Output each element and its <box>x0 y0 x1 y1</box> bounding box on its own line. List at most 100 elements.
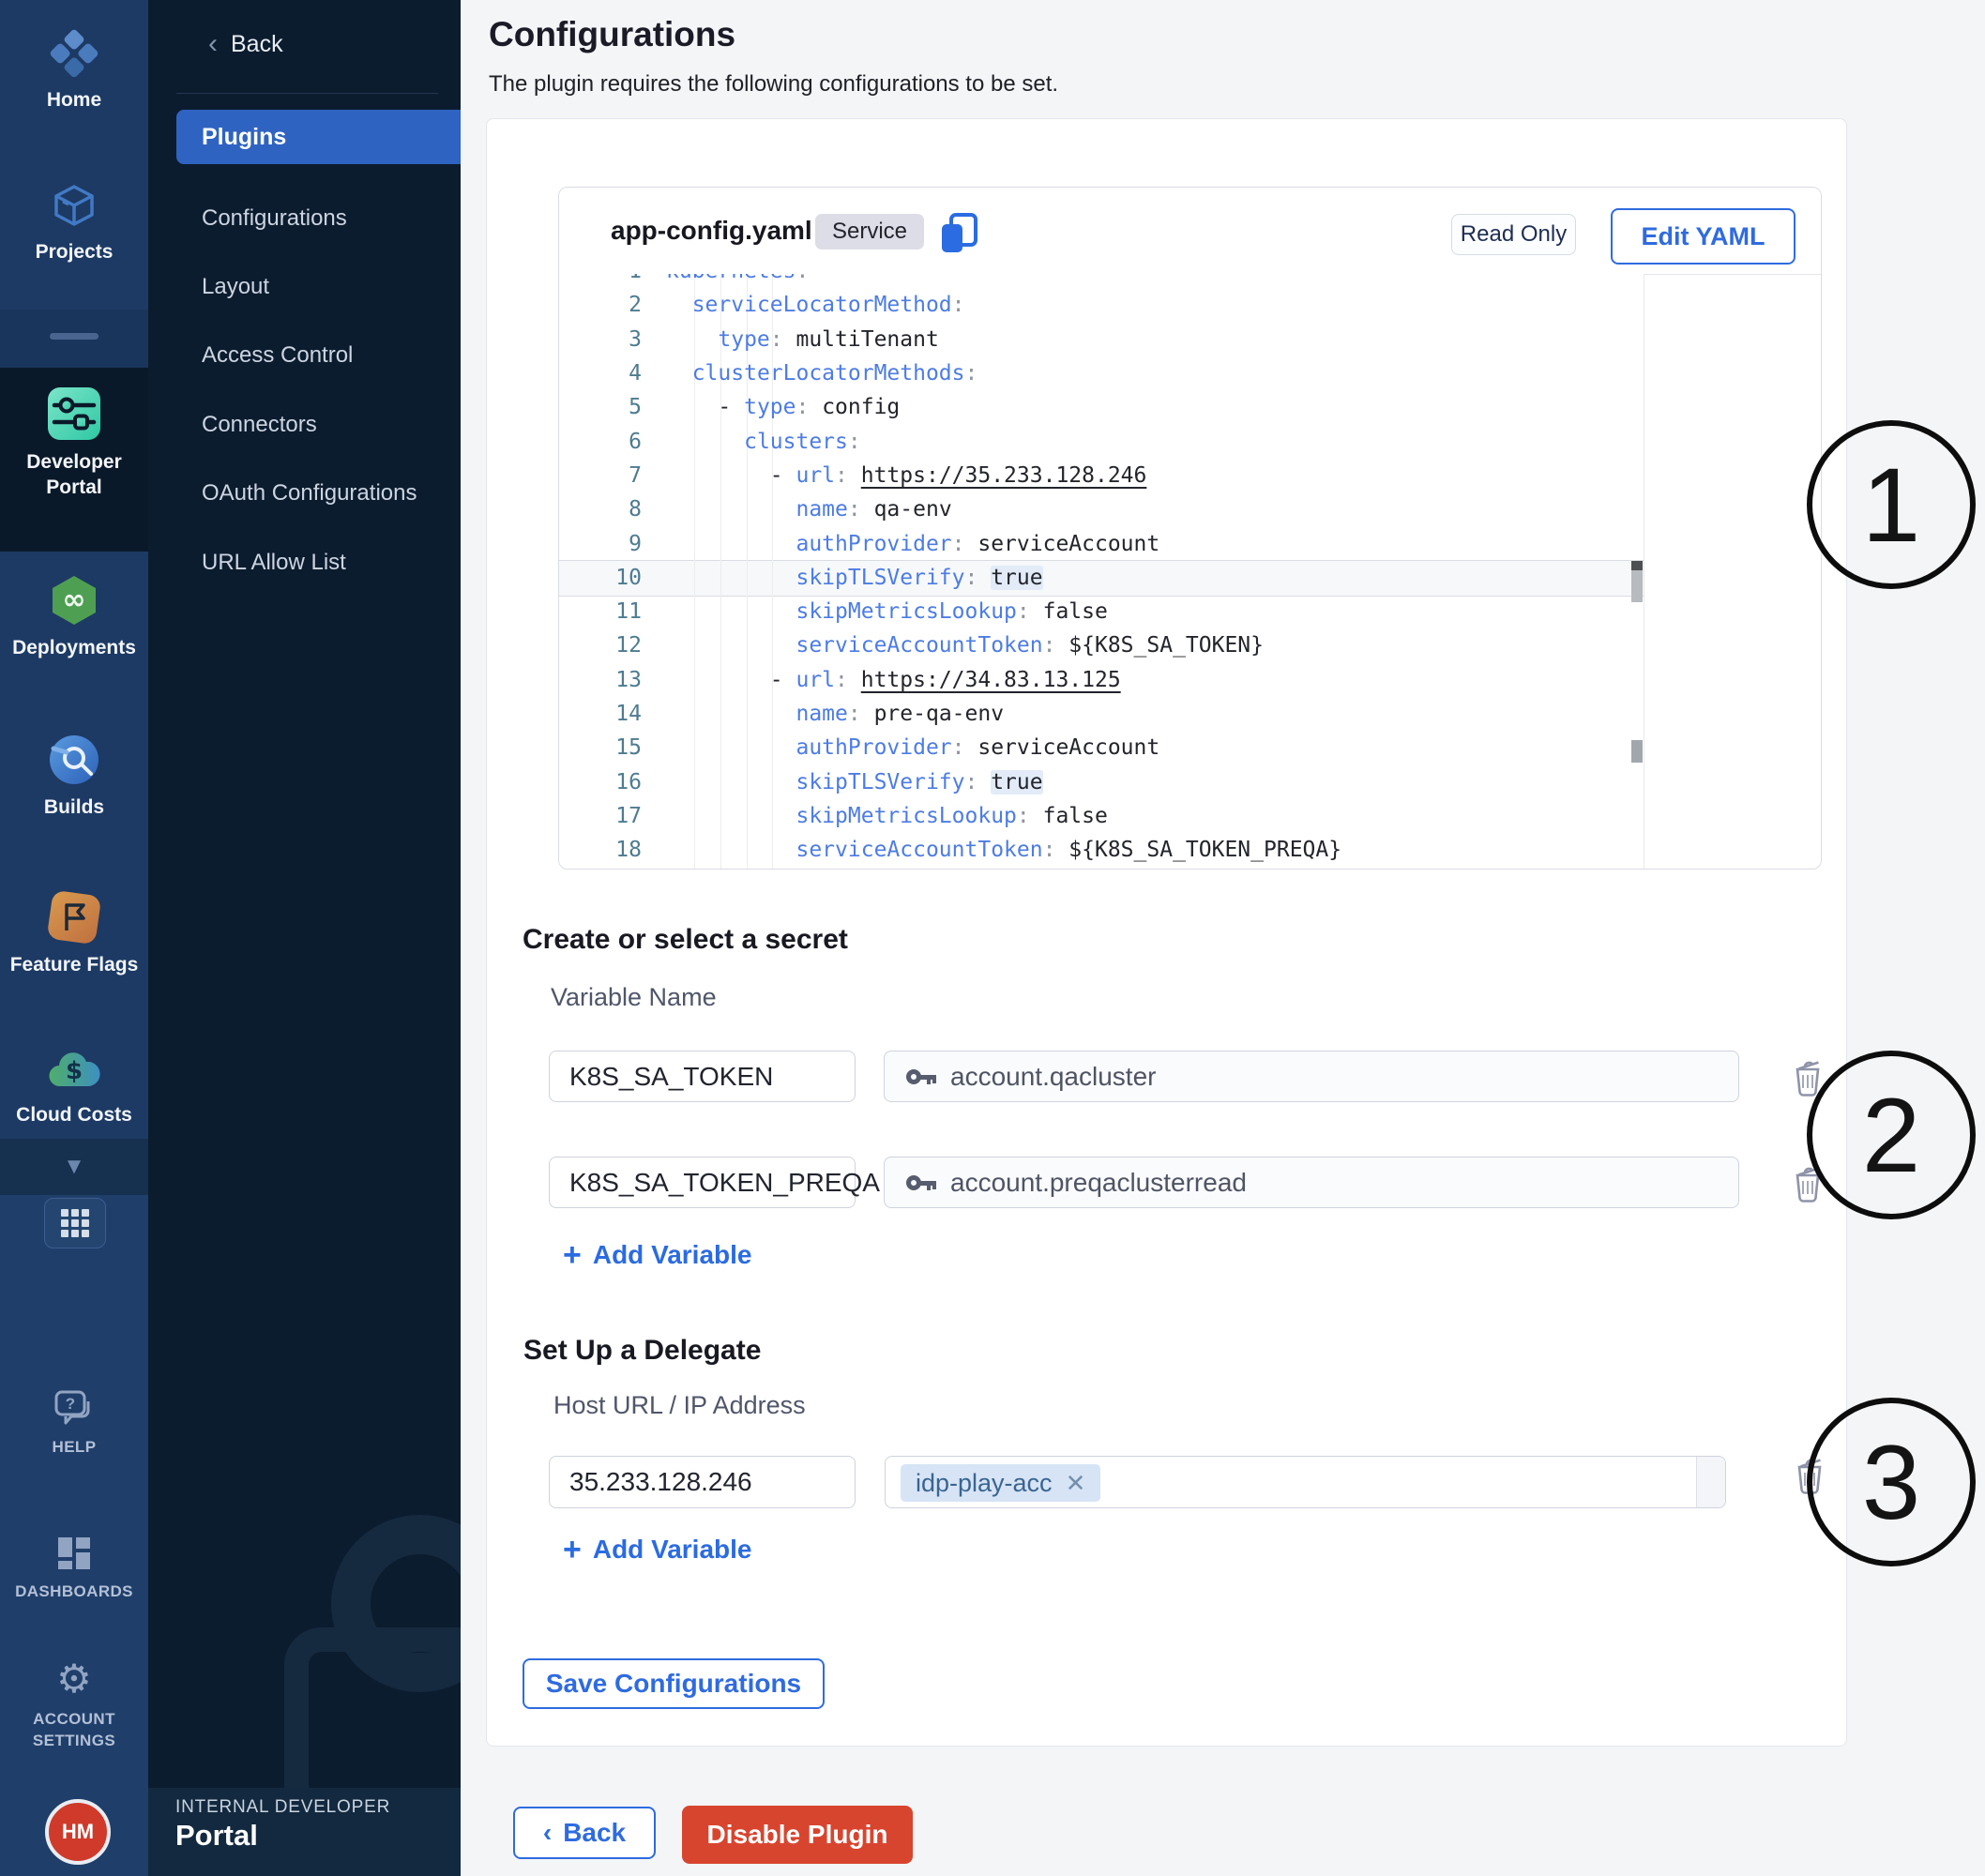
feature-flags-icon <box>48 891 100 944</box>
plus-icon: + <box>563 1241 582 1269</box>
sidebar-item-access-control[interactable]: Access Control <box>202 342 353 371</box>
secret-section-heading: Create or select a secret <box>523 924 848 956</box>
rail-item-home[interactable]: Home <box>0 28 148 113</box>
yaml-code-line: 4 clusterLocatorMethods: <box>559 356 1644 390</box>
line-number: 13 <box>559 668 666 692</box>
line-number: 14 <box>559 702 666 726</box>
avatar-initials: HM <box>62 1820 94 1844</box>
cloud-costs-icon: $ <box>47 1047 101 1094</box>
yaml-code-line: 15 authProvider: serviceAccount <box>559 731 1644 764</box>
delegate-tags-field[interactable]: idp-play-acc ✕ <box>885 1456 1726 1508</box>
tags-field-addon <box>1696 1457 1725 1507</box>
home-icon <box>49 28 99 79</box>
sidebar-item-plugins-active[interactable]: Plugins <box>176 110 461 164</box>
avatar[interactable]: HM <box>45 1799 111 1865</box>
rail-item-help[interactable]: ? HELP <box>0 1388 148 1458</box>
yaml-code-lines: 1kubernetes:2 serviceLocatorMethod:3 typ… <box>559 274 1644 867</box>
svg-text:?: ? <box>66 1395 75 1413</box>
module-grid-button[interactable] <box>44 1198 106 1248</box>
line-number: 2 <box>559 293 666 317</box>
help-chat-icon: ? <box>53 1388 96 1428</box>
sidebar-item-connectors[interactable]: Connectors <box>202 412 317 440</box>
rail-label-feature-flags: Feature Flags <box>10 952 139 977</box>
line-number: 6 <box>559 430 666 454</box>
svg-text:∞: ∞ <box>63 583 86 616</box>
sidebar-divider <box>176 93 438 94</box>
yaml-code-line: 1kubernetes: <box>559 274 1644 288</box>
rail-item-deployments[interactable]: ∞ Deployments <box>0 574 148 660</box>
yaml-code-line: 13 - url: https://34.83.13.125 <box>559 663 1644 697</box>
yaml-code-line: 3 type: multiTenant <box>559 323 1644 356</box>
save-configurations-button[interactable]: Save Configurations <box>523 1658 825 1709</box>
read-only-badge: Read Only <box>1451 214 1576 255</box>
host-url-label: Host URL / IP Address <box>553 1391 806 1420</box>
yaml-code-line: 12 serviceAccountToken: ${K8S_SA_TOKEN} <box>559 628 1644 662</box>
yaml-code-line: 14 name: pre-qa-env <box>559 697 1644 731</box>
chevron-left-icon: ‹ <box>543 1818 552 1848</box>
brand-strip: INTERNAL DEVELOPER Portal <box>148 1788 461 1876</box>
yaml-code-line: 8 name: qa-env <box>559 492 1644 526</box>
rail-item-dashboards[interactable]: DASHBOARDS <box>0 1535 148 1602</box>
key-icon <box>905 1171 937 1195</box>
yaml-code-line: 7 - url: https://35.233.128.246 <box>559 459 1644 492</box>
line-number: 12 <box>559 633 666 658</box>
sidebar-item-label: Plugins <box>176 124 286 151</box>
variable-name-input[interactable]: K8S_SA_TOKEN <box>549 1051 856 1102</box>
back-button-label: Back <box>563 1818 626 1848</box>
projects-icon <box>50 182 98 231</box>
rail-label-cloud-costs: Cloud Costs <box>16 1102 132 1127</box>
rail-item-builds[interactable]: Builds <box>0 734 148 820</box>
yaml-code-line: 10 skipTLSVerify: true <box>559 561 1644 595</box>
line-number: 16 <box>559 770 666 794</box>
delegate-section-heading: Set Up a Delegate <box>523 1335 761 1367</box>
yaml-code-line: 5 - type: config <box>559 390 1644 424</box>
module-rail: Home Projects Develope <box>0 0 148 1876</box>
dashboards-icon <box>55 1535 93 1572</box>
disable-plugin-button[interactable]: Disable Plugin <box>682 1806 913 1864</box>
add-variable-button[interactable]: + Add Variable <box>563 1240 751 1270</box>
line-number: 7 <box>559 463 666 488</box>
line-number: 10 <box>559 566 666 590</box>
rail-item-projects[interactable]: Projects <box>0 182 148 265</box>
yaml-code-line: 2 serviceLocatorMethod: <box>559 288 1644 322</box>
grid-icon <box>61 1209 89 1237</box>
rail-label-projects: Projects <box>36 239 114 265</box>
variable-name-input[interactable]: K8S_SA_TOKEN_PREQA <box>549 1157 856 1208</box>
svg-text:$: $ <box>66 1057 83 1085</box>
sidebar-item-url-allow-list[interactable]: URL Allow List <box>202 550 346 578</box>
add-variable-button[interactable]: + Add Variable <box>563 1535 751 1565</box>
sidebar-back-button[interactable]: ‹ Back <box>208 30 283 58</box>
sidebar-item-oauth-configurations[interactable]: OAuth Configurations <box>202 480 417 508</box>
sidebar-item-configurations[interactable]: Configurations <box>202 205 347 234</box>
rail-item-developer-portal[interactable]: DeveloperPortal <box>0 386 148 500</box>
host-url-input[interactable]: 35.233.128.246 <box>549 1456 856 1508</box>
rail-item-cloud-costs[interactable]: $ Cloud Costs <box>0 1047 148 1127</box>
back-button[interactable]: ‹ Back <box>513 1807 656 1859</box>
secret-select-field[interactable]: account.qacluster <box>884 1051 1739 1102</box>
scrollbar-marker <box>1631 740 1643 763</box>
sidebar-item-layout[interactable]: Layout <box>202 274 269 302</box>
rail-item-feature-flags[interactable]: Feature Flags <box>0 891 148 977</box>
yaml-filename: app-config.yaml <box>611 216 812 246</box>
service-badge: Service <box>815 214 924 250</box>
scrollbar-thumb[interactable] <box>1631 570 1643 602</box>
secret-select-field[interactable]: account.preqaclusterread <box>884 1157 1739 1208</box>
app-root: Home Projects Develope <box>0 0 1985 1876</box>
rail-collapse-handle[interactable] <box>50 333 98 340</box>
chevron-down-icon[interactable]: ▼ <box>0 1154 148 1180</box>
line-number: 9 <box>559 532 666 556</box>
delegate-tag-chip[interactable]: idp-play-acc ✕ <box>901 1464 1100 1502</box>
copy-icon[interactable] <box>938 212 979 255</box>
edit-yaml-button[interactable]: Edit YAML <box>1611 208 1796 265</box>
variable-name-label: Variable Name <box>551 983 717 1012</box>
line-number: 3 <box>559 327 666 352</box>
gear-icon: ⚙ <box>56 1658 92 1700</box>
remove-tag-icon[interactable]: ✕ <box>1066 1469 1086 1498</box>
scrollbar-marker <box>1631 561 1643 570</box>
brand-kicker: INTERNAL DEVELOPER <box>175 1797 390 1818</box>
yaml-viewer-card: app-config.yaml Service Read Only Edit Y… <box>558 187 1822 870</box>
rail-item-account-settings[interactable]: ⚙ ACCOUNTSETTINGS <box>0 1658 148 1751</box>
rail-label-builds: Builds <box>44 794 104 820</box>
yaml-code-area[interactable]: 1kubernetes:2 serviceLocatorMethod:3 typ… <box>559 274 1644 869</box>
rail-label-help: HELP <box>53 1436 97 1458</box>
